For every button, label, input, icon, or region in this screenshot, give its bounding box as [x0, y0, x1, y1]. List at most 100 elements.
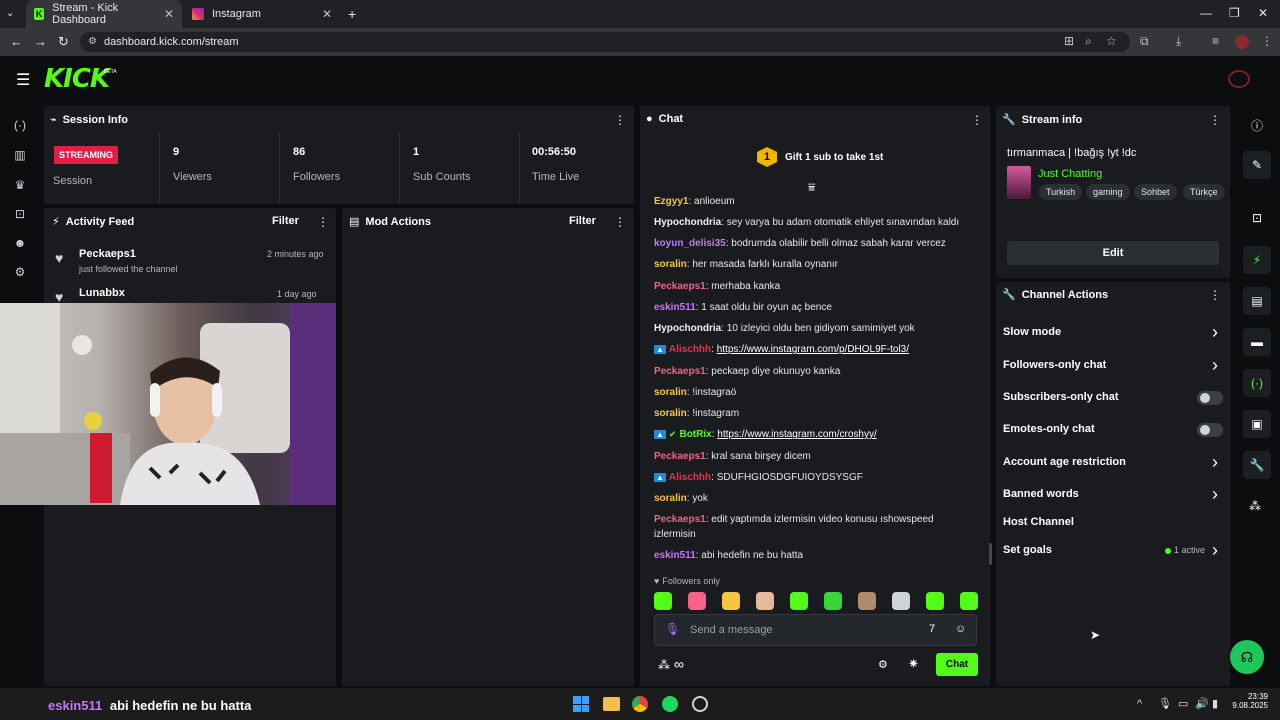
bot-icon[interactable]: ✷: [908, 656, 919, 672]
close-tab-icon[interactable]: ✕: [164, 7, 174, 21]
chat-username[interactable]: Alischhh: [669, 344, 711, 355]
profile-avatar[interactable]: [1235, 35, 1249, 49]
chat-username[interactable]: Hypochondria: [654, 217, 721, 228]
edit-rail-icon[interactable]: ✎: [1243, 151, 1271, 179]
chat-username[interactable]: Ezgyy1: [654, 196, 688, 207]
chat-link[interactable]: https://www.instagram.com/croshyy/: [717, 429, 877, 440]
moderation-rail-icon[interactable]: ⊡: [10, 207, 30, 221]
channel-action-item[interactable]: Emotes-only chat: [1003, 423, 1095, 435]
chevron-right-icon[interactable]: ›: [1212, 323, 1218, 341]
translate-icon[interactable]: ⊞: [1064, 34, 1074, 48]
category-thumbnail[interactable]: [1007, 166, 1031, 199]
chat-username[interactable]: Peckaeps1: [654, 281, 706, 292]
chat-scrollbar[interactable]: [989, 543, 992, 565]
chat-username[interactable]: Alischhh: [669, 472, 711, 483]
chat-link[interactable]: https://www.instagram.com/p/DHOL9F-tol3/: [717, 344, 909, 355]
send-chat-button[interactable]: Chat: [936, 653, 978, 676]
settings-rail-icon[interactable]: ⚙: [10, 265, 30, 279]
apps-rail-icon[interactable]: ⁂: [1249, 499, 1261, 513]
emote-icon[interactable]: [790, 592, 808, 610]
microphone-icon[interactable]: 🎙: [665, 622, 680, 636]
activity-user[interactable]: Lunabbx: [79, 287, 125, 299]
emote-icon[interactable]: [688, 592, 706, 610]
maximize-icon[interactable]: ❐: [1229, 6, 1240, 20]
toggle-switch[interactable]: [1197, 391, 1223, 405]
tray-mic-icon[interactable]: 🎙: [1158, 697, 1172, 710]
minimize-icon[interactable]: —: [1200, 6, 1212, 20]
mod-filter-button[interactable]: Filter: [569, 215, 596, 227]
chevron-right-icon[interactable]: ›: [1212, 541, 1218, 559]
chat-username[interactable]: soralin: [654, 259, 687, 270]
tools-rail-icon[interactable]: 🔧: [1243, 451, 1271, 479]
channel-action-item[interactable]: Subscribers-only chat: [1003, 391, 1119, 403]
file-explorer-icon[interactable]: [603, 697, 620, 711]
chevron-right-icon[interactable]: ›: [1212, 485, 1218, 503]
channel-actions-kebab-icon[interactable]: ⋮: [1209, 288, 1221, 302]
site-info-icon[interactable]: ⚙: [88, 36, 97, 47]
broadcast-rail-icon[interactable]: (·): [1243, 369, 1271, 397]
emote-icon[interactable]: [858, 592, 876, 610]
windows-start-icon[interactable]: [573, 696, 589, 712]
tray-battery-icon[interactable]: ▮: [1212, 697, 1218, 710]
app-icon[interactable]: [692, 696, 708, 712]
chat-settings-icon[interactable]: ⚙: [878, 658, 888, 671]
emote-icon[interactable]: [926, 592, 944, 610]
reload-icon[interactable]: ↻: [58, 34, 69, 50]
tray-network-icon[interactable]: ▭: [1178, 697, 1188, 710]
mod-kebab-icon[interactable]: ⋮: [614, 215, 626, 229]
users-rail-icon[interactable]: ☻: [10, 236, 30, 250]
chat-username[interactable]: Hypochondria: [654, 323, 721, 334]
channel-action-item[interactable]: Slow mode: [1003, 326, 1061, 338]
url-input[interactable]: dashboard.kick.com/stream: [80, 32, 1130, 52]
quick-actions-rail-icon[interactable]: ⚡: [1243, 246, 1271, 274]
translate-emote-icon[interactable]: 7: [929, 623, 935, 635]
emote-icon[interactable]: [722, 592, 740, 610]
channel-action-item[interactable]: Followers-only chat: [1003, 359, 1106, 371]
chat-username[interactable]: soralin: [654, 408, 687, 419]
tab-search-icon[interactable]: ≡: [1212, 34, 1219, 48]
chat-username[interactable]: Peckaeps1: [654, 514, 706, 525]
stream-info-kebab-icon[interactable]: ⋮: [1209, 113, 1221, 127]
browser-menu-icon[interactable]: ⋮: [1261, 34, 1273, 48]
hamburger-menu-icon[interactable]: ☰: [16, 70, 30, 90]
tray-chevron-icon[interactable]: ^: [1137, 698, 1142, 710]
close-tab-icon[interactable]: ✕: [322, 7, 332, 21]
chevron-right-icon[interactable]: ›: [1212, 356, 1218, 374]
activity-user[interactable]: Peckaeps1: [79, 248, 136, 260]
chat-input-placeholder[interactable]: Send a message: [690, 624, 773, 636]
chat-username[interactable]: BotRix: [679, 429, 711, 440]
tray-volume-icon[interactable]: 🔊: [1195, 697, 1209, 710]
tab-search-icon[interactable]: ⌄: [6, 8, 14, 19]
emote-icon[interactable]: [654, 592, 672, 610]
gift-sub-text[interactable]: Gift 1 sub to take 1st: [785, 152, 883, 163]
chat-username[interactable]: soralin: [654, 387, 687, 398]
screen-rail-icon[interactable]: ⊡: [1243, 204, 1271, 232]
channel-action-item[interactable]: Banned words: [1003, 488, 1079, 500]
info-rail-icon[interactable]: ⓘ: [1248, 117, 1266, 134]
spotify-icon[interactable]: [662, 696, 678, 712]
infinity-icon[interactable]: ∞: [674, 656, 684, 672]
chat-kebab-icon[interactable]: ⋮: [971, 113, 983, 127]
user-menu-avatar[interactable]: [1228, 70, 1250, 88]
toggle-switch[interactable]: [1197, 423, 1223, 437]
layout-rail-icon[interactable]: ▣: [1243, 410, 1271, 438]
kick-logo[interactable]: KICK: [44, 64, 110, 94]
edit-stream-button[interactable]: Edit: [1007, 241, 1219, 265]
taskbar-clock[interactable]: 23:39 9.08.2025: [1232, 692, 1268, 710]
support-chat-icon[interactable]: ☊: [1230, 640, 1264, 674]
channel-action-item[interactable]: Host Channel: [1003, 516, 1074, 528]
back-icon[interactable]: ←: [10, 34, 23, 49]
chat-username[interactable]: Peckaeps1: [654, 366, 706, 377]
chrome-icon[interactable]: [632, 696, 648, 712]
emote-icon[interactable]: [824, 592, 842, 610]
extensions-icon[interactable]: ⧉: [1140, 34, 1149, 49]
downloads-icon[interactable]: ⤓: [1176, 34, 1181, 49]
notes-rail-icon[interactable]: ▤: [1243, 287, 1271, 315]
close-window-icon[interactable]: ✕: [1258, 6, 1268, 20]
chat-username[interactable]: Peckaeps1: [654, 451, 706, 462]
emote-icon[interactable]: [756, 592, 774, 610]
stream-rail-icon[interactable]: (·): [10, 118, 30, 132]
emote-icon[interactable]: [892, 592, 910, 610]
category-link[interactable]: Just Chatting: [1038, 168, 1102, 180]
chat-username[interactable]: eskin511: [654, 550, 696, 561]
